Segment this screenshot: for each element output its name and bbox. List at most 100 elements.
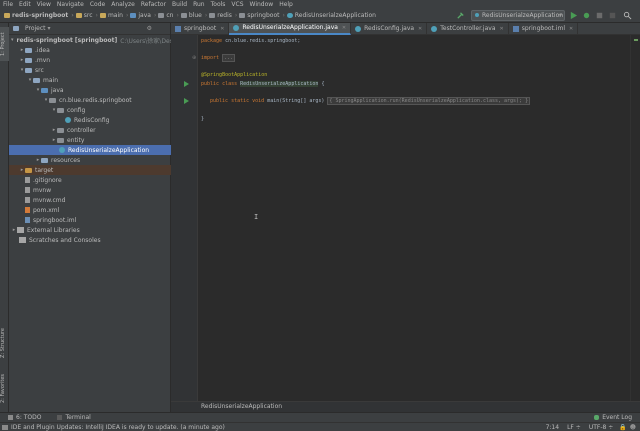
run-configuration-select[interactable]: RedisUnserialzeApplication ▾ — [471, 10, 565, 21]
tab-testcontroller[interactable]: TestController.java ✕ — [427, 22, 509, 35]
folder-icon — [4, 13, 10, 18]
tree-item-target[interactable]: ▸ target — [9, 165, 171, 175]
search-icon[interactable] — [623, 11, 632, 20]
menu-bar: File Edit View Navigate Code Analyze Ref… — [0, 0, 640, 9]
package-icon — [49, 97, 56, 103]
run-icon[interactable] — [569, 11, 578, 20]
menu-refactor[interactable]: Refactor — [138, 0, 169, 9]
tree-item-mvnw[interactable]: mvnw — [9, 185, 171, 195]
terminal-tool-tab[interactable]: Terminal — [49, 414, 98, 421]
tree-item-module[interactable]: ▾ redis-springboot [springboot] C:\Users\徐… — [9, 35, 179, 45]
inspector-icon[interactable]: ☻ — [630, 424, 636, 431]
close-icon[interactable]: ✕ — [418, 26, 422, 32]
code-editor[interactable]: package cn.blue.redis.springboot; import… — [198, 35, 630, 401]
favorites-tool-tab[interactable]: 2: Favorites — [0, 368, 9, 408]
tree-item-src[interactable]: ▾ src — [9, 65, 171, 75]
editor-breadcrumb[interactable]: RedisUnserialzeApplication — [171, 401, 640, 412]
close-icon[interactable]: ✕ — [220, 26, 224, 32]
class-icon — [233, 24, 240, 31]
tree-item-idea[interactable]: ▸ .idea — [9, 45, 171, 55]
caret-position[interactable]: 7:14 — [546, 424, 559, 431]
menu-tools[interactable]: Tools — [208, 0, 229, 9]
todo-tool-tab[interactable]: 6: TODO — [0, 414, 49, 421]
build-hammer-icon[interactable] — [456, 11, 465, 20]
stop-icon[interactable] — [608, 11, 617, 20]
breadcrumb-redis[interactable]: redis › — [208, 12, 238, 19]
menu-navigate[interactable]: Navigate — [54, 0, 87, 9]
breadcrumb-java[interactable]: java › — [129, 12, 157, 19]
breadcrumb-cn[interactable]: cn › — [157, 12, 180, 19]
tree-item-application[interactable]: RedisUnserialzeApplication — [9, 145, 171, 155]
project-panel: Project ▾ ⚙ ▾ redis-springboot [springboo… — [9, 23, 179, 412]
tree-item-scratches[interactable]: Scratches and Consoles — [9, 235, 171, 245]
file-encoding[interactable]: UTF-8 ÷ — [589, 424, 613, 431]
menu-run[interactable]: Run — [190, 0, 208, 9]
fold-icon[interactable]: ⊕ — [192, 55, 196, 61]
source-folder-icon — [41, 87, 48, 93]
folder-icon — [25, 57, 32, 63]
line-separator[interactable]: LF ÷ — [567, 424, 581, 431]
breadcrumb-class[interactable]: RedisUnserialzeApplication — [286, 12, 377, 19]
run-class-icon[interactable] — [184, 81, 189, 87]
tree-item-config[interactable]: ▾ config — [9, 105, 171, 115]
breadcrumb-project[interactable]: redis-springboot › — [3, 12, 75, 19]
tree-item-java[interactable]: ▾ java — [9, 85, 171, 95]
tab-springboot[interactable]: springboot ✕ — [171, 22, 230, 35]
code-line-annotation: @SpringBootApplication — [201, 72, 268, 78]
breadcrumb-blue[interactable]: blue › — [180, 12, 208, 19]
tab-springboot-iml[interactable]: springboot.iml ✕ — [509, 22, 579, 35]
close-icon[interactable]: ✕ — [342, 25, 346, 31]
close-icon[interactable]: ✕ — [569, 26, 573, 32]
text-cursor-icon: I — [254, 213, 259, 221]
menu-analyze[interactable]: Analyze — [108, 0, 138, 9]
tree-item-pom[interactable]: pom.xml — [9, 205, 171, 215]
settings-icon[interactable]: ⚙ — [147, 25, 152, 32]
tab-application[interactable]: RedisUnserialzeApplication.java ✕ — [229, 22, 352, 35]
tree-item-mvnw-cmd[interactable]: mvnw.cmd — [9, 195, 171, 205]
tree-item-resources[interactable]: ▸ resources — [9, 155, 171, 165]
project-tool-tab[interactable]: 1: Project — [0, 27, 9, 61]
menu-vcs[interactable]: VCS — [228, 0, 246, 9]
menu-view[interactable]: View — [34, 0, 54, 9]
menu-build[interactable]: Build — [169, 0, 190, 9]
ok-marker-icon — [634, 39, 638, 41]
tree-item-package[interactable]: ▾ cn.blue.redis.springboot — [9, 95, 171, 105]
editor-scrollbar[interactable] — [630, 35, 640, 401]
folder-icon — [41, 157, 48, 163]
structure-tool-tab[interactable]: Z: Structure — [0, 323, 9, 363]
tree-item-external-libraries[interactable]: ▸ External Libraries — [9, 225, 171, 235]
tree-item-iml[interactable]: springboot.iml — [9, 215, 171, 225]
menu-window[interactable]: Window — [247, 0, 277, 9]
event-log-tab[interactable]: Event Log — [586, 414, 640, 421]
tree-item-entity[interactable]: ▸ entity — [9, 135, 171, 145]
tree-item-controller[interactable]: ▸ controller — [9, 125, 171, 135]
status-message[interactable]: IDE and Plugin Updates: IntelliJ IDEA is… — [11, 424, 225, 431]
code-line-class: public class RedisUnserialzeApplication … — [201, 81, 325, 87]
close-icon[interactable]: ✕ — [500, 26, 504, 32]
menu-help[interactable]: Help — [276, 0, 296, 9]
breadcrumb-main[interactable]: main › — [99, 12, 129, 19]
tree-item-redisconfig[interactable]: RedisConfig — [9, 115, 171, 125]
editor-gutter[interactable]: ⊕ — [171, 35, 198, 401]
tree-item-gitignore[interactable]: .gitignore — [9, 175, 171, 185]
menu-edit[interactable]: Edit — [16, 0, 34, 9]
terminal-icon — [57, 415, 63, 420]
run-main-icon[interactable] — [184, 98, 189, 104]
left-tool-strip: 1: Project Z: Structure 2: Favorites — [0, 23, 9, 412]
breadcrumb-springboot[interactable]: springboot › — [238, 12, 286, 19]
menu-file[interactable]: File — [0, 0, 16, 9]
file-icon — [25, 197, 30, 203]
folder-icon — [25, 47, 32, 53]
coverage-icon[interactable] — [595, 11, 604, 20]
tree-item-main[interactable]: ▾ main — [9, 75, 171, 85]
project-icon — [13, 26, 19, 31]
lock-icon[interactable]: 🔒 — [619, 424, 626, 431]
debug-icon[interactable] — [582, 11, 591, 20]
breadcrumb-src[interactable]: src › — [75, 12, 99, 19]
tree-item-mvn[interactable]: ▸ .mvn — [9, 55, 171, 65]
project-view-select[interactable]: Project — [25, 25, 46, 32]
class-icon — [475, 13, 479, 17]
tab-redisconfig[interactable]: RedisConfig.java ✕ — [351, 22, 428, 35]
menu-code[interactable]: Code — [87, 0, 108, 9]
folder-icon — [33, 77, 40, 83]
